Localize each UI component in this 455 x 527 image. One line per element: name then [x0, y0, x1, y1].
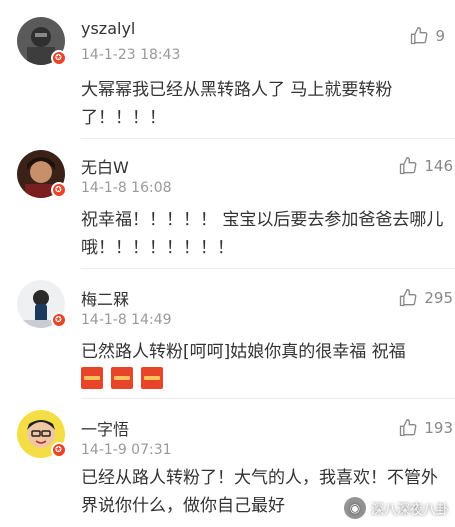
timestamp: 14-1-23 18:43 [81, 47, 181, 63]
red-envelope-icon [81, 367, 103, 389]
comment-item: ✪ 无白W 14-1-8 16:08 146 祝幸福！！！！！ 宝宝以后要去参加… [0, 138, 455, 268]
comment-item: ✪ yszalyl 14-1-23 18:43 9 大幂幂我已经从黑转路人了 马… [0, 0, 455, 140]
verified-badge-icon: ✪ [51, 312, 67, 328]
comment-text: 祝幸福！！！！！ 宝宝以后要去参加爸爸去哪儿哦！！！！！！！！ [81, 210, 444, 258]
username[interactable]: 梅二槑 [81, 286, 129, 310]
timestamp: 14-1-9 07:31 [81, 442, 172, 458]
username[interactable]: yszalyl [81, 19, 135, 38]
wechat-icon: ◉ [343, 497, 366, 519]
comment-item: ✪ 梅二槑 14-1-8 14:49 295 已然路人转粉[呵呵]姑娘你真的很幸… [0, 268, 455, 398]
thumbs-up-icon [400, 288, 417, 307]
verified-badge-icon: ✪ [51, 442, 67, 458]
red-envelope-icon [111, 367, 133, 389]
timestamp: 14-1-8 16:08 [81, 180, 172, 196]
username[interactable]: 无白W [81, 154, 129, 178]
like-count: 295 [424, 289, 453, 307]
like-count: 146 [424, 157, 453, 175]
thumbs-up-icon [400, 156, 417, 175]
emoji-row [81, 367, 163, 389]
like-button[interactable]: 193 [398, 418, 455, 438]
thumbs-up-icon [400, 418, 417, 437]
watermark-text: 深八深夜八卦 [370, 502, 449, 518]
like-button[interactable]: 146 [398, 156, 455, 176]
watermark: ◉ 深八深夜八卦 [343, 497, 449, 519]
comment-text: 大幂幂我已经从黑转路人了 马上就要转粉了！！！！ [81, 80, 393, 128]
comment-text: 已然路人转粉[呵呵]姑娘你真的很幸福 祝福 [81, 342, 406, 362]
like-count: 193 [424, 419, 453, 437]
verified-badge-icon: ✪ [51, 50, 67, 66]
like-button[interactable]: 9 [409, 26, 455, 46]
red-envelope-icon [141, 367, 163, 389]
username[interactable]: 一字悟 [81, 416, 129, 440]
like-button[interactable]: 295 [398, 288, 455, 308]
verified-badge-icon: ✪ [51, 182, 67, 198]
thumbs-up-icon [411, 26, 428, 45]
timestamp: 14-1-8 14:49 [81, 312, 172, 328]
like-count: 9 [435, 27, 445, 45]
